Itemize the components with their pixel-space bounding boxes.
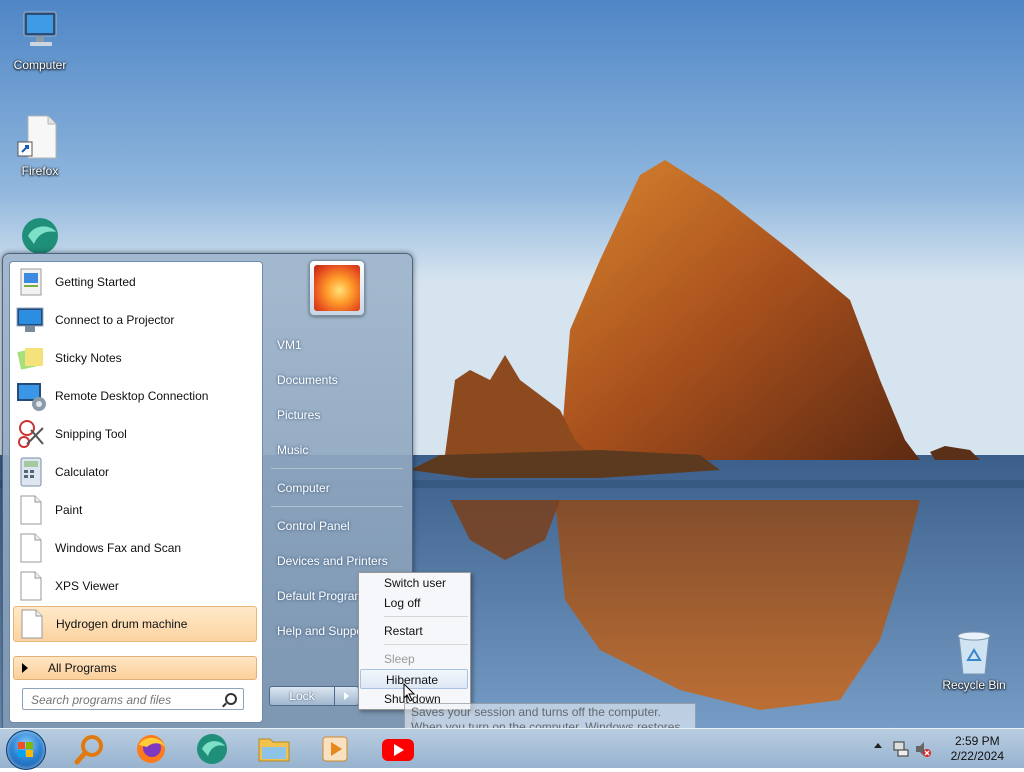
link-computer[interactable]: Computer	[277, 481, 330, 495]
computer-icon	[16, 8, 64, 56]
all-programs-label: All Programs	[48, 661, 117, 675]
calculator-icon	[15, 456, 47, 488]
file-explorer-icon	[258, 738, 290, 762]
show-hidden-icons-icon[interactable]	[874, 743, 882, 748]
program-remote-desktop[interactable]: Remote Desktop Connection	[13, 378, 257, 414]
program-getting-started[interactable]: Getting Started	[13, 264, 257, 300]
network-icon[interactable]	[892, 740, 910, 758]
link-devices-printers[interactable]: Devices and Printers	[277, 554, 388, 568]
program-label: Sticky Notes	[55, 351, 122, 365]
link-default-programs[interactable]: Default Programs	[277, 589, 370, 603]
program-snipping-tool[interactable]: Snipping Tool	[13, 416, 257, 452]
power-options-arrow-button[interactable]	[335, 686, 359, 706]
lock-button[interactable]: Lock	[269, 686, 335, 706]
search-icon	[74, 735, 103, 765]
user-avatar[interactable]	[309, 260, 365, 316]
start-menu-programs-pane: Getting Started Connect to a Projector S…	[9, 261, 263, 723]
flower-picture	[314, 265, 360, 311]
desktop-icon-label: Recycle Bin	[942, 678, 1006, 692]
media-player-icon	[322, 736, 348, 762]
program-label: Calculator	[55, 465, 110, 479]
desktop-icon-label: Computer	[13, 58, 67, 72]
firefox-shortcut-icon	[16, 114, 64, 162]
desktop-icon-computer[interactable]: Computer	[2, 8, 78, 72]
program-label: XPS Viewer	[55, 579, 119, 593]
document-icon	[16, 608, 48, 640]
browser-globe-icon	[197, 734, 227, 764]
taskbar-file-explorer-button[interactable]	[248, 731, 300, 767]
youtube-icon	[382, 739, 414, 761]
document-icon	[15, 494, 47, 526]
program-sticky-notes[interactable]: Sticky Notes	[13, 340, 257, 376]
start-menu: Getting Started Connect to a Projector S…	[2, 253, 413, 730]
taskbar-youtube-button[interactable]	[372, 731, 424, 767]
separator	[271, 506, 403, 507]
program-fax-scan[interactable]: Windows Fax and Scan	[13, 530, 257, 566]
search-input[interactable]	[29, 690, 223, 710]
program-paint[interactable]: Paint	[13, 492, 257, 528]
program-calculator[interactable]: Calculator	[13, 454, 257, 490]
program-label: Remote Desktop Connection	[55, 389, 209, 403]
taskbar-search-button[interactable]	[64, 731, 116, 767]
remote-desktop-icon	[15, 380, 47, 412]
arrow-right-icon	[22, 663, 28, 673]
clock-time: 2:59 PM	[954, 734, 1000, 748]
taskbar-browser-button[interactable]	[186, 731, 238, 767]
desktop-icon-firefox[interactable]: Firefox	[2, 114, 78, 178]
program-label: Getting Started	[55, 275, 136, 289]
search-icon[interactable]	[225, 693, 237, 705]
document-icon	[15, 532, 47, 564]
scissors-icon	[15, 418, 47, 450]
menu-separator	[384, 644, 468, 645]
sticky-notes-icon	[15, 342, 47, 374]
desktop-icon-recycle-bin[interactable]: Recycle Bin	[936, 630, 1012, 692]
program-connect-projector[interactable]: Connect to a Projector	[13, 302, 257, 338]
windows-logo-icon	[18, 742, 33, 757]
recycle-bin-icon	[950, 630, 998, 676]
program-label: Snipping Tool	[55, 427, 127, 441]
program-hydrogen[interactable]: Hydrogen drum machine	[13, 606, 257, 642]
mouse-pointer-icon	[403, 682, 417, 703]
system-tray: 2:59 PM 2/22/2024	[864, 729, 1024, 769]
menu-item-sleep: Sleep	[384, 652, 415, 666]
menu-item-restart[interactable]: Restart	[359, 621, 470, 641]
taskbar-media-player-button[interactable]	[309, 731, 361, 767]
program-label: Paint	[55, 503, 83, 517]
firefox-icon	[137, 735, 165, 763]
link-pictures[interactable]: Pictures	[277, 408, 320, 422]
volume-muted-icon[interactable]	[914, 740, 932, 758]
program-label: Hydrogen drum machine	[56, 617, 188, 631]
menu-item-log-off[interactable]: Log off	[359, 593, 470, 613]
document-icon	[15, 570, 47, 602]
all-programs-button[interactable]: All Programs	[13, 656, 257, 680]
program-xps-viewer[interactable]: XPS Viewer	[13, 568, 257, 604]
clock-date: 2/22/2024	[950, 749, 1004, 763]
menu-item-switch-user[interactable]: Switch user	[359, 573, 470, 593]
separator	[271, 468, 403, 469]
projector-icon	[15, 304, 47, 336]
program-label: Windows Fax and Scan	[55, 541, 182, 555]
taskbar-clock[interactable]: 2:59 PM 2/22/2024	[951, 734, 1004, 764]
menu-separator	[384, 616, 468, 617]
desktop-icon-label: Firefox	[21, 164, 59, 178]
link-help-support[interactable]: Help and Support	[277, 624, 370, 638]
taskbar-firefox-button[interactable]	[125, 731, 177, 767]
link-control-panel[interactable]: Control Panel	[277, 519, 350, 533]
start-button[interactable]	[6, 730, 46, 770]
link-documents[interactable]: Documents	[277, 373, 338, 387]
program-label: Connect to a Projector	[55, 313, 175, 327]
taskbar: 2:59 PM 2/22/2024	[0, 728, 1024, 770]
link-user[interactable]: VM1	[277, 338, 302, 352]
link-music[interactable]: Music	[277, 443, 308, 457]
getting-started-icon	[15, 266, 47, 298]
search-box[interactable]	[22, 688, 244, 710]
